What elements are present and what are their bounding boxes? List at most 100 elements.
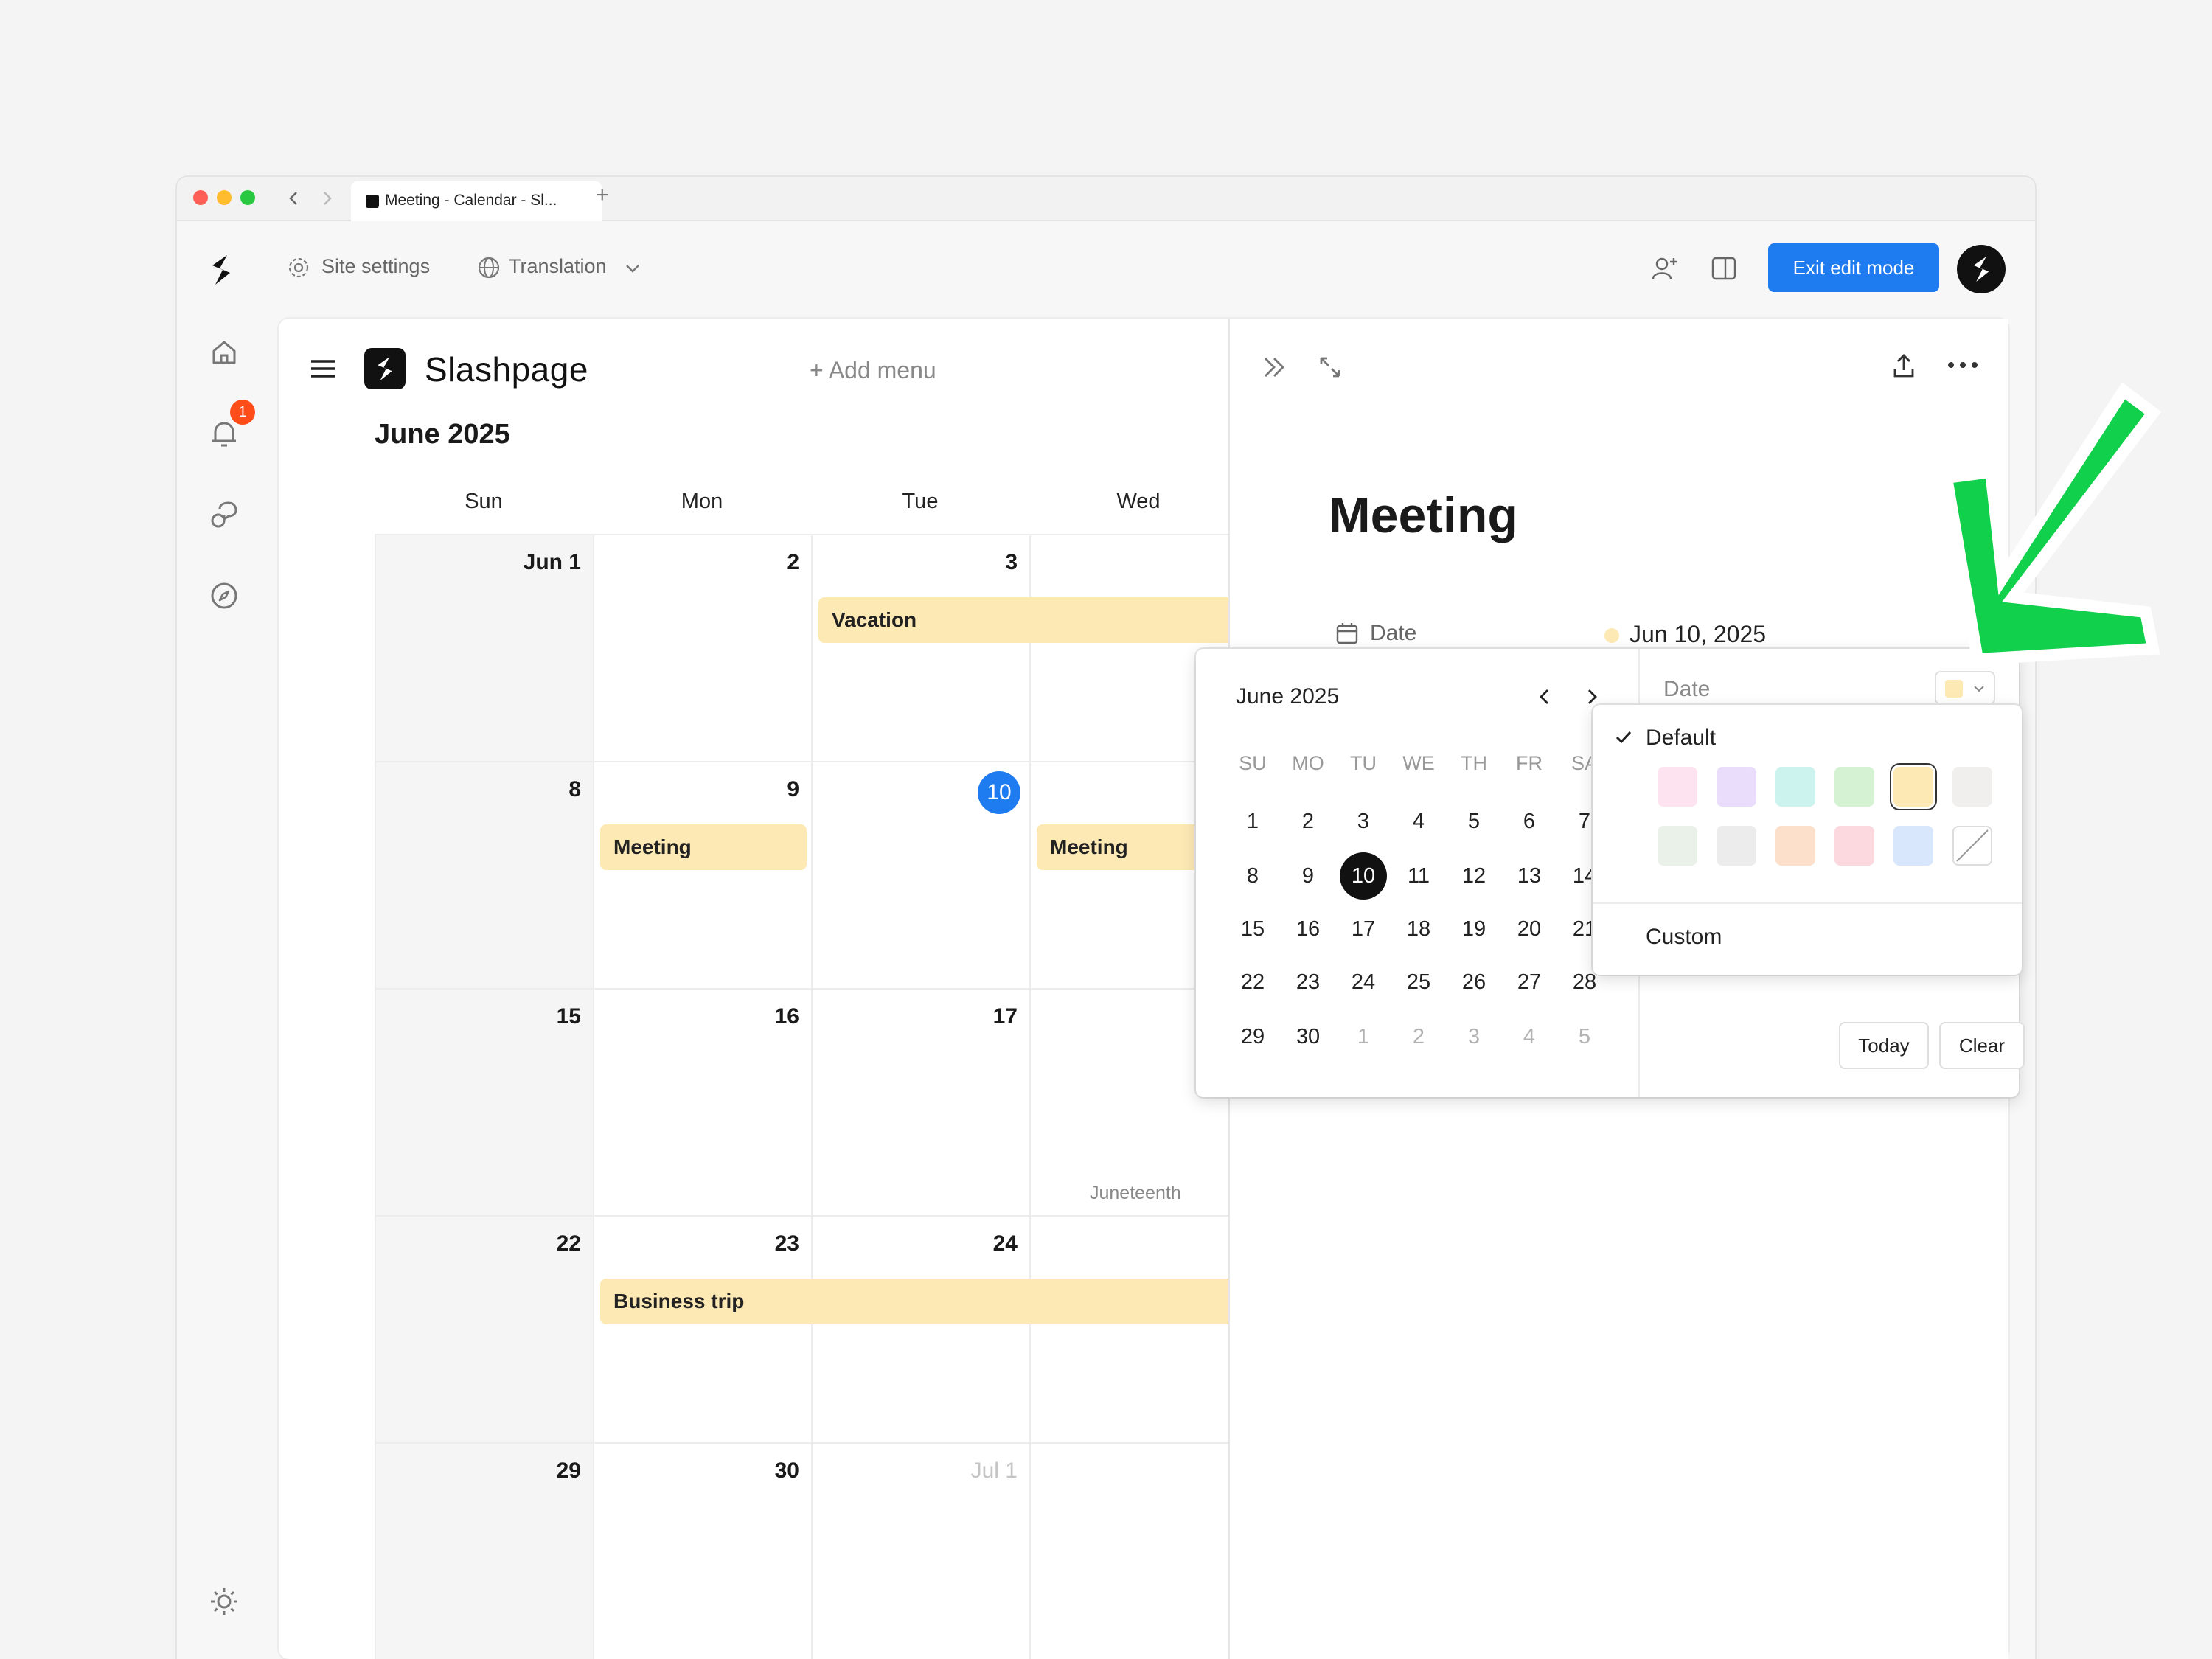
day-cell[interactable]: 3 [813,535,1031,762]
picker-day[interactable]: 30 [1284,1013,1332,1060]
day-cell[interactable]: 15 [376,990,594,1217]
color-swatch-selected[interactable] [1893,767,1933,807]
day-cell-today[interactable]: 10 [813,762,1031,990]
day-cell[interactable]: 16 [594,990,813,1217]
browser-tab[interactable]: Meeting - Calendar - Sl... [351,181,602,221]
no-color-swatch[interactable] [1952,826,1992,866]
picker-day[interactable]: 12 [1450,852,1498,900]
picker-day[interactable]: 11 [1395,852,1442,900]
event-business-trip[interactable]: Business trip [600,1279,1279,1324]
menu-divider [1593,902,2022,904]
exit-edit-mode-button[interactable]: Exit edit mode [1768,243,1939,292]
color-swatch[interactable] [1834,826,1874,866]
event-vacation[interactable]: Vacation [818,597,1276,643]
day-number: 24 [992,1231,1018,1256]
day-cell[interactable]: 8 [376,762,594,990]
picker-day[interactable]: 20 [1506,905,1553,953]
color-swatch[interactable] [1834,767,1874,807]
day-cell[interactable]: Jun 1 [376,535,594,762]
minimize-window-button[interactable] [217,190,232,205]
theme-sun-icon[interactable] [204,1581,245,1622]
color-swatch[interactable] [1775,767,1815,807]
event-meeting-mon[interactable]: Meeting [600,824,807,870]
color-picker-toggle[interactable] [1935,671,1995,705]
day-cell[interactable]: 17 [813,990,1031,1217]
picker-day[interactable]: 10 [1340,852,1387,900]
picker-day[interactable]: 1 [1229,798,1276,845]
picker-day[interactable]: 2 [1284,798,1332,845]
avatar[interactable] [1957,245,2006,293]
home-icon[interactable] [204,332,245,373]
picker-day[interactable]: 15 [1229,905,1276,953]
picker-day[interactable]: 26 [1450,959,1498,1006]
previous-month-icon[interactable] [1534,686,1556,708]
picker-day[interactable]: 4 [1395,798,1442,845]
site-settings-button[interactable]: Site settings [321,255,430,278]
picker-day[interactable]: 25 [1395,959,1442,1006]
check-icon [1615,731,1632,744]
back-icon[interactable] [285,189,304,208]
add-menu-button[interactable]: + Add menu [810,357,936,384]
color-swatch[interactable] [1775,826,1815,866]
default-color-option[interactable]: Default [1646,726,1716,751]
picker-day[interactable]: 13 [1506,852,1553,900]
date-property-value[interactable]: Jun 10, 2025 [1630,621,1766,648]
browser-titlebar: Meeting - Calendar - Sl... + [177,177,2035,221]
color-swatch[interactable] [1952,767,1992,807]
picker-day[interactable]: 9 [1284,852,1332,900]
day-cell[interactable]: 23 [594,1217,813,1444]
picker-day[interactable]: 4 [1506,1013,1553,1060]
picker-day[interactable]: 3 [1340,798,1387,845]
picker-day[interactable]: 16 [1284,905,1332,953]
compass-icon[interactable] [204,575,245,616]
picker-day[interactable]: 19 [1450,905,1498,953]
color-swatch[interactable] [1658,767,1697,807]
collapse-panel-icon[interactable] [1259,352,1289,382]
day-cell[interactable]: 29 [376,1444,594,1659]
picker-day[interactable]: 8 [1229,852,1276,900]
close-window-button[interactable] [193,190,208,205]
picker-day[interactable]: 5 [1561,1013,1608,1060]
hamburger-menu-icon[interactable] [308,354,338,383]
slashpage-logo-icon[interactable] [206,252,236,288]
more-options-icon[interactable] [1945,354,1980,376]
day-cell[interactable]: 25 [1031,1217,1253,1444]
day-cell[interactable]: Jul 1 [813,1444,1031,1659]
split-view-icon[interactable] [1709,254,1739,283]
picker-day[interactable]: 22 [1229,959,1276,1006]
color-swatch[interactable] [1717,767,1756,807]
chat-icon[interactable] [204,494,245,535]
maximize-window-button[interactable] [240,190,255,205]
forward-icon[interactable] [317,189,336,208]
day-cell[interactable]: 9 [594,762,813,990]
invite-user-icon[interactable] [1650,254,1680,283]
today-button[interactable]: Today [1839,1022,1929,1069]
picker-side-label: Date [1663,677,1711,701]
picker-day[interactable]: 29 [1229,1013,1276,1060]
color-swatch[interactable] [1658,826,1697,866]
day-cell[interactable]: 2 [594,535,813,762]
picker-day[interactable]: 2 [1395,1013,1442,1060]
custom-color-option[interactable]: Custom [1646,925,1722,950]
picker-day[interactable]: 27 [1506,959,1553,1006]
picker-day[interactable]: 18 [1395,905,1442,953]
picker-day[interactable]: 3 [1450,1013,1498,1060]
share-icon[interactable] [1889,351,1919,382]
picker-day[interactable]: 6 [1506,798,1553,845]
color-swatch[interactable] [1893,826,1933,866]
picker-day[interactable]: 24 [1340,959,1387,1006]
day-cell[interactable]: 24 [813,1217,1031,1444]
picker-day[interactable]: 17 [1340,905,1387,953]
picker-day[interactable]: 5 [1450,798,1498,845]
color-swatch[interactable] [1717,826,1756,866]
day-cell[interactable]: 30 [594,1444,813,1659]
picker-day[interactable]: 1 [1340,1013,1387,1060]
day-cell[interactable]: 22 [376,1217,594,1444]
translation-dropdown[interactable]: Translation [509,255,607,278]
new-tab-button[interactable]: + [596,183,609,208]
site-logo[interactable] [364,348,406,389]
day-cell[interactable]: 2 [1031,1444,1253,1659]
clear-button[interactable]: Clear [1939,1022,2025,1069]
expand-icon[interactable] [1315,352,1345,382]
picker-day[interactable]: 23 [1284,959,1332,1006]
